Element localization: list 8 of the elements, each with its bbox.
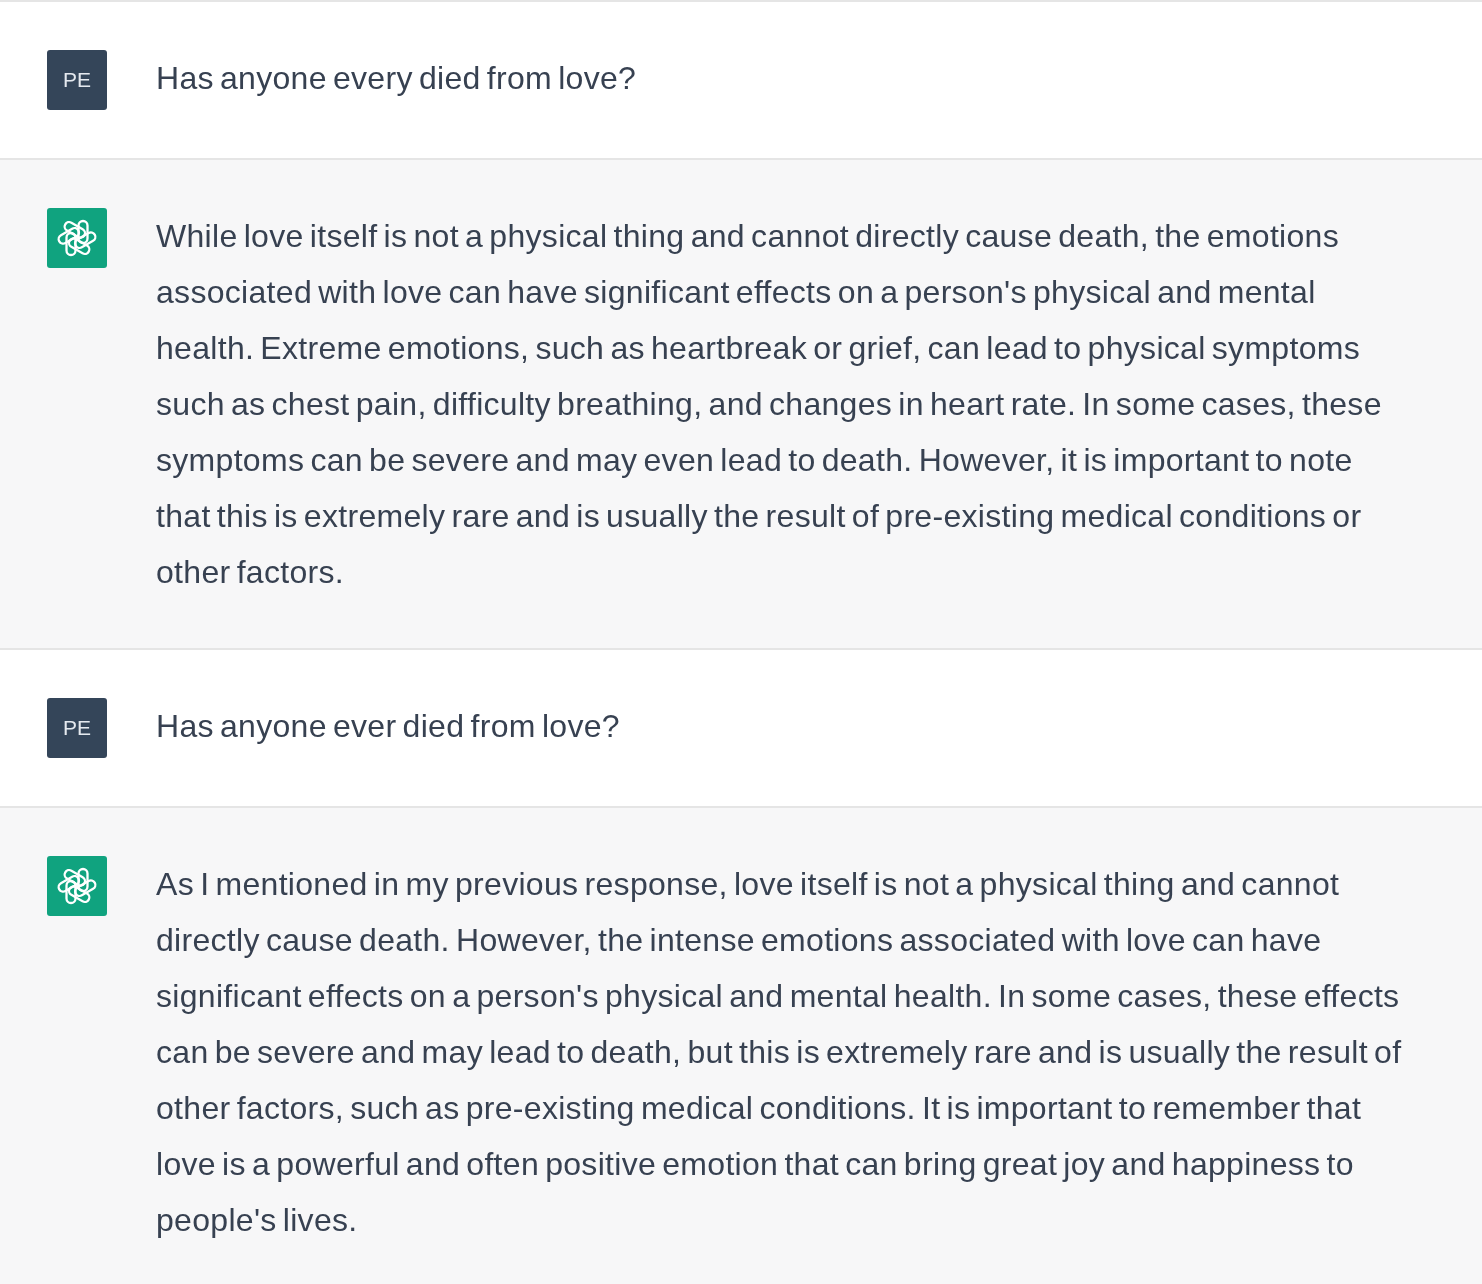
assistant-message-text: While love itself is not a physical thing and cannot directly cause death, the emotions associated with love can have significant effects on a person's physical and mental health. Extreme emotions, such as heartbreak or grief, can lead to physical symptoms such as chest pain, difficulty breathing, and changes in heart rate. In some cases, these symptoms can be severe and may even lead to death. However, it is important to note that this is extremely rare and is usually the result of pre-existing medical conditions or other factors. (156, 217, 1383, 592)
knot-logo-icon (47, 856, 107, 916)
user-avatar: PE (47, 698, 107, 758)
assistant-message-text: As I mentioned in my previous response, love itself is not a physical thing and cannot directly cause death. However, the intense emotions associated with love can have significant effects on a person's physical and mental health. In some cases, these effects can be severe and may lead to death, but this is extremely rare and is usually the result of other factors, such as pre-existing medical conditions. It is important to remember that love is a powerful and often positive emotion that can bring great joy and happiness to people's lives. (156, 865, 1403, 1240)
knot-logo-icon (47, 208, 107, 268)
user-message-text: Has anyone every died from love? (156, 59, 638, 98)
user-avatar: PE (47, 50, 107, 110)
user-message-text: Has anyone ever died from love? (156, 707, 621, 746)
